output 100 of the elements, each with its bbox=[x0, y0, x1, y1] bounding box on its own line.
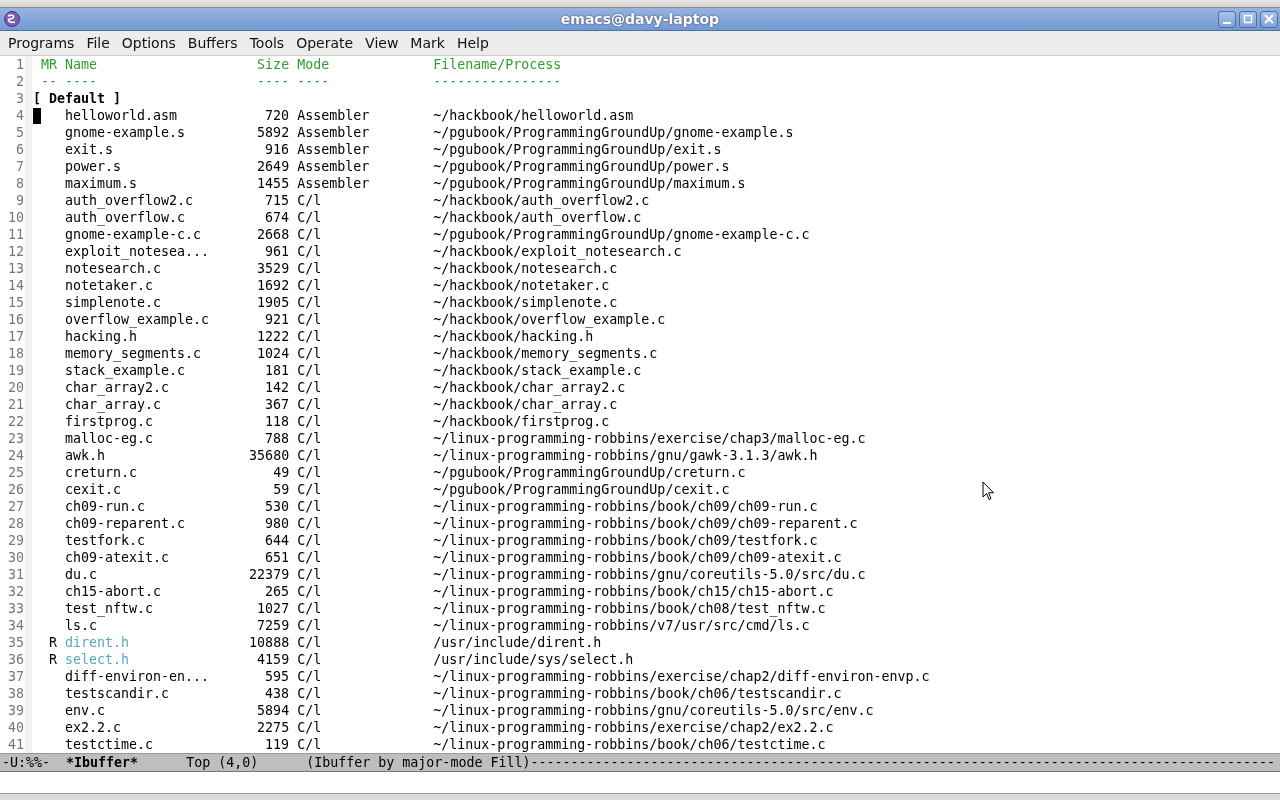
column-header: Name bbox=[65, 56, 99, 73]
buffer-name[interactable]: testfork.c bbox=[65, 532, 210, 549]
buffer-mode: C/l bbox=[297, 668, 323, 685]
header-rule: ---- bbox=[65, 73, 99, 90]
buffer-size: 674 bbox=[264, 209, 290, 226]
line-number: 33 bbox=[7, 600, 25, 617]
buffer-name[interactable]: exploit_notesea... bbox=[65, 243, 210, 260]
menu-item[interactable]: Buffers bbox=[181, 33, 244, 53]
buffer-size: 1222 bbox=[256, 328, 290, 345]
buffer-name[interactable]: notetaker.c bbox=[65, 277, 210, 294]
buffer-size: 142 bbox=[264, 379, 290, 396]
buffer-name[interactable]: maximum.s bbox=[65, 175, 210, 192]
buffer-name[interactable]: diff-environ-en... bbox=[65, 668, 210, 685]
file-path: ~/linux-programming-robbins/book/ch09/ch09-run.c bbox=[433, 498, 818, 515]
close-button[interactable] bbox=[1260, 10, 1278, 28]
file-path: ~/pgubook/ProgrammingGroundUp/power.s bbox=[433, 158, 730, 175]
line-number: 19 bbox=[7, 362, 25, 379]
buffer-name[interactable]: creturn.c bbox=[65, 464, 210, 481]
buffer-name[interactable]: exit.s bbox=[65, 141, 210, 158]
buffer-name[interactable]: char_array.c bbox=[65, 396, 210, 413]
buffer-name[interactable]: ch09-atexit.c bbox=[65, 549, 210, 566]
file-path: ~/hackbook/hacking.h bbox=[433, 328, 594, 345]
minimize-button[interactable] bbox=[1218, 10, 1236, 28]
buffer-size: 7259 bbox=[256, 617, 290, 634]
buffer-name[interactable]: helloworld.asm bbox=[65, 107, 210, 124]
buffer-name[interactable]: ex2.2.c bbox=[65, 719, 210, 736]
buffer-name[interactable]: stack_example.c bbox=[65, 362, 210, 379]
line-number: 16 bbox=[7, 311, 25, 328]
buffer-size: 916 bbox=[264, 141, 290, 158]
menu-item[interactable]: Operate bbox=[290, 33, 360, 53]
buffer-name[interactable]: awk.h bbox=[65, 447, 210, 464]
buffer-status: -U:%%- bbox=[2, 754, 51, 771]
buffer-name[interactable]: auth_overflow.c bbox=[65, 209, 210, 226]
file-path: ~/hackbook/notetaker.c bbox=[433, 277, 610, 294]
buffer-size: 2275 bbox=[256, 719, 290, 736]
buffer-name[interactable]: overflow_example.c bbox=[65, 311, 210, 328]
buffer-mode: C/l bbox=[297, 345, 323, 362]
menu-item[interactable]: View bbox=[359, 33, 405, 53]
buffer-name[interactable]: du.c bbox=[65, 566, 210, 583]
buffer-name[interactable]: gnome-example.s bbox=[65, 124, 210, 141]
buffer-name[interactable]: test_nftw.c bbox=[65, 600, 210, 617]
buffer-name[interactable]: env.c bbox=[65, 702, 210, 719]
buffer-name[interactable]: ch09-run.c bbox=[65, 498, 210, 515]
buffer-size: 10888 bbox=[248, 634, 290, 651]
buffer-size: 2649 bbox=[256, 158, 290, 175]
buffer-name[interactable]: malloc-eg.c bbox=[65, 430, 210, 447]
buffer-name[interactable]: simplenote.c bbox=[65, 294, 210, 311]
buffer-title: *Ibuffer* bbox=[66, 754, 139, 771]
menu-item[interactable]: Tools bbox=[243, 33, 291, 53]
menu-item[interactable]: Help bbox=[450, 33, 495, 53]
buffer-mode: C/l bbox=[297, 464, 323, 481]
buffer-size: 265 bbox=[264, 583, 290, 600]
buffer-name[interactable]: notesearch.c bbox=[65, 260, 210, 277]
buffer-mode: C/l bbox=[297, 362, 323, 379]
buffer-name[interactable]: ls.c bbox=[65, 617, 210, 634]
line-number: 17 bbox=[7, 328, 25, 345]
column-header: MR bbox=[41, 56, 57, 73]
buffer-name[interactable]: ch15-abort.c bbox=[65, 583, 210, 600]
file-path: ~/linux-programming-robbins/book/ch09/ch09-atexit.c bbox=[433, 549, 842, 566]
buffer-size: 651 bbox=[264, 549, 290, 566]
menu-item[interactable]: Options bbox=[115, 33, 182, 53]
line-number: 22 bbox=[7, 413, 25, 430]
file-path: ~/pgubook/ProgrammingGroundUp/exit.s bbox=[433, 141, 722, 158]
menu-item[interactable]: Mark bbox=[404, 33, 451, 53]
buffer-name[interactable]: hacking.h bbox=[65, 328, 210, 345]
buffer-mode: C/l bbox=[297, 583, 323, 600]
menu-item[interactable]: Programs bbox=[2, 33, 81, 53]
column-header: Size bbox=[256, 56, 290, 73]
buffer-size: 119 bbox=[264, 736, 290, 753]
buffer-mode: C/l bbox=[297, 498, 323, 515]
file-path: ~/linux-programming-robbins/book/ch06/testscandir.c bbox=[433, 685, 842, 702]
buffer-size: 530 bbox=[264, 498, 290, 515]
maximize-icon bbox=[1243, 14, 1253, 24]
buffer-name[interactable]: gnome-example-c.c bbox=[65, 226, 210, 243]
buffer-size: 59 bbox=[272, 481, 290, 498]
line-number: 20 bbox=[7, 379, 25, 396]
buffer-name[interactable]: auth_overflow2.c bbox=[65, 192, 210, 209]
buffer-size: 2668 bbox=[256, 226, 290, 243]
maximize-button[interactable] bbox=[1239, 10, 1257, 28]
buffer-name[interactable]: cexit.c bbox=[65, 481, 210, 498]
buffer-name[interactable]: testctime.c bbox=[65, 736, 210, 753]
buffer-mode: C/l bbox=[297, 566, 323, 583]
buffer-name[interactable]: char_array2.c bbox=[65, 379, 210, 396]
line-number: 14 bbox=[7, 277, 25, 294]
buffer-name[interactable]: ch09-reparent.c bbox=[65, 515, 210, 532]
buffer-size: 5892 bbox=[256, 124, 290, 141]
buffer-name[interactable]: firstprog.c bbox=[65, 413, 210, 430]
buffer-name[interactable]: testscandir.c bbox=[65, 685, 210, 702]
buffer-size: 367 bbox=[264, 396, 290, 413]
line-number: 10 bbox=[7, 209, 25, 226]
line-number: 25 bbox=[7, 464, 25, 481]
column-header: Filename/Process bbox=[433, 56, 562, 73]
buffer-name[interactable]: power.s bbox=[65, 158, 210, 175]
line-number: 21 bbox=[7, 396, 25, 413]
file-path: ~/linux-programming-robbins/v7/usr/src/cmd/ls.c bbox=[433, 617, 810, 634]
menu-item[interactable]: File bbox=[80, 33, 116, 53]
buffer-mode: C/l bbox=[297, 719, 323, 736]
buffer-size: 595 bbox=[264, 668, 290, 685]
file-path: ~/linux-programming-robbins/gnu/gawk-3.1.3/awk.h bbox=[433, 447, 818, 464]
buffer-name[interactable]: memory_segments.c bbox=[65, 345, 210, 362]
